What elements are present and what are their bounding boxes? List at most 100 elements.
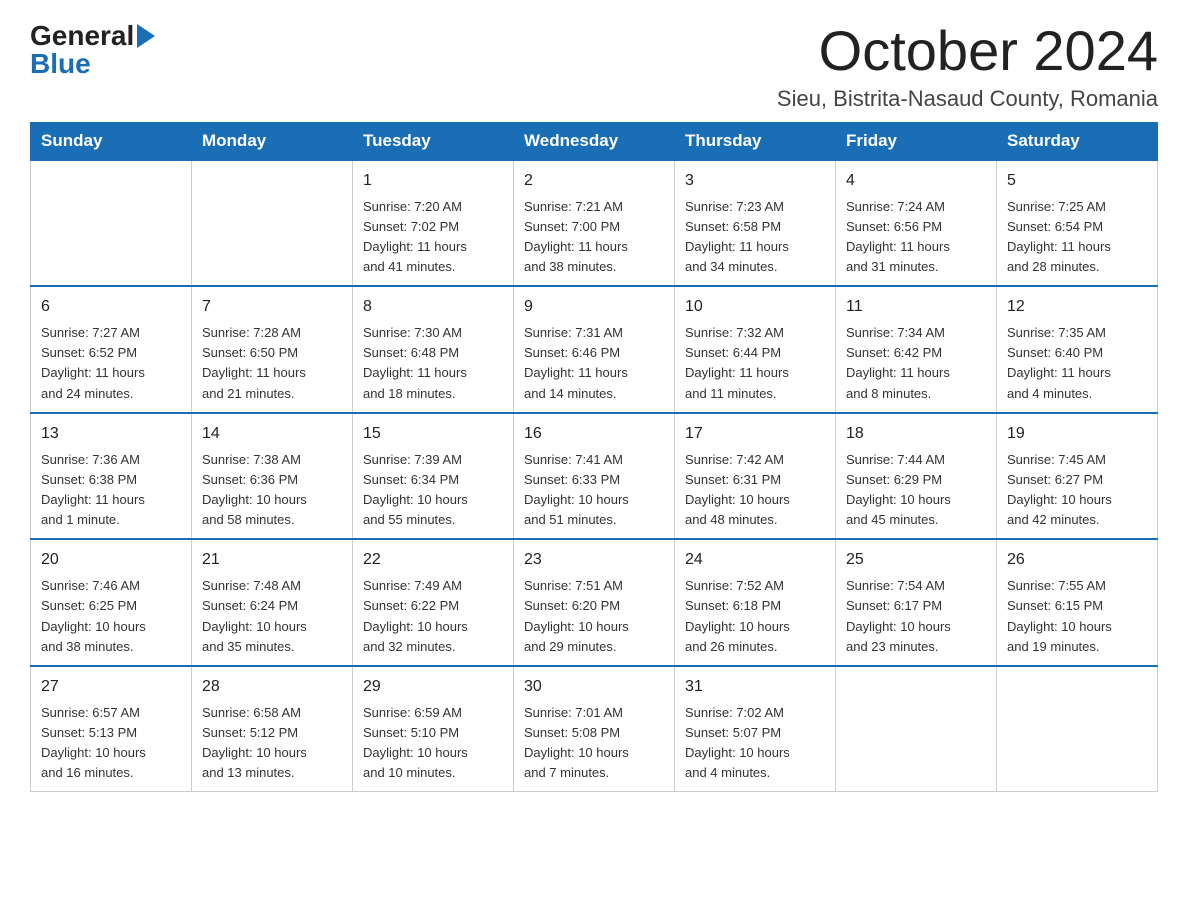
day-info: Sunrise: 7:49 AMSunset: 6:22 PMDaylight:… [363,576,503,657]
calendar-cell: 15 Sunrise: 7:39 AMSunset: 6:34 PMDayligh… [353,413,514,540]
day-info: Sunrise: 7:28 AMSunset: 6:50 PMDaylight:… [202,323,342,404]
day-info: Sunrise: 7:45 AMSunset: 6:27 PMDaylight:… [1007,450,1147,531]
day-info: Sunrise: 7:36 AMSunset: 6:38 PMDaylight:… [41,450,181,531]
calendar-cell: 4 Sunrise: 7:24 AMSunset: 6:56 PMDaylight… [836,160,997,287]
day-number: 12 [1007,295,1147,319]
day-number: 7 [202,295,342,319]
calendar-week-1: 1 Sunrise: 7:20 AMSunset: 7:02 PMDaylight… [31,160,1158,287]
day-number: 17 [685,422,825,446]
day-header-tuesday: Tuesday [353,122,514,160]
day-number: 3 [685,169,825,193]
calendar-cell: 26 Sunrise: 7:55 AMSunset: 6:15 PMDayligh… [997,539,1158,666]
day-info: Sunrise: 6:58 AMSunset: 5:12 PMDaylight:… [202,703,342,784]
calendar-cell: 30Sunrise: 7:01 AMSunset: 5:08 PMDayligh… [514,666,675,792]
day-number: 15 [363,422,503,446]
calendar-cell: 10 Sunrise: 7:32 AMSunset: 6:44 PMDayligh… [675,286,836,413]
day-header-sunday: Sunday [31,122,192,160]
day-number: 30 [524,675,664,699]
day-info: Sunrise: 7:24 AMSunset: 6:56 PMDaylight:… [846,197,986,278]
day-info: Sunrise: 7:44 AMSunset: 6:29 PMDaylight:… [846,450,986,531]
day-header-wednesday: Wednesday [514,122,675,160]
day-number: 8 [363,295,503,319]
calendar-week-2: 6Sunrise: 7:27 AMSunset: 6:52 PMDaylight… [31,286,1158,413]
calendar-cell: 8Sunrise: 7:30 AMSunset: 6:48 PMDaylight… [353,286,514,413]
logo: General Blue [30,20,155,80]
calendar-cell: 2 Sunrise: 7:21 AMSunset: 7:00 PMDaylight… [514,160,675,287]
logo-arrow-icon [137,24,155,48]
day-number: 1 [363,169,503,193]
day-number: 10 [685,295,825,319]
calendar-cell: 5Sunrise: 7:25 AMSunset: 6:54 PMDaylight… [997,160,1158,287]
day-info: Sunrise: 7:38 AMSunset: 6:36 PMDaylight:… [202,450,342,531]
calendar-cell: 14 Sunrise: 7:38 AMSunset: 6:36 PMDayligh… [192,413,353,540]
day-number: 13 [41,422,181,446]
day-number: 23 [524,548,664,572]
day-number: 2 [524,169,664,193]
calendar-cell [997,666,1158,792]
calendar-cell: 25Sunrise: 7:54 AMSunset: 6:17 PMDayligh… [836,539,997,666]
day-number: 29 [363,675,503,699]
day-info: Sunrise: 7:02 AMSunset: 5:07 PMDaylight:… [685,703,825,784]
day-number: 31 [685,675,825,699]
day-info: Sunrise: 7:42 AMSunset: 6:31 PMDaylight:… [685,450,825,531]
day-info: Sunrise: 7:46 AMSunset: 6:25 PMDaylight:… [41,576,181,657]
calendar-cell: 19 Sunrise: 7:45 AMSunset: 6:27 PMDayligh… [997,413,1158,540]
day-header-friday: Friday [836,122,997,160]
calendar-cell: 1 Sunrise: 7:20 AMSunset: 7:02 PMDaylight… [353,160,514,287]
calendar-cell [192,160,353,287]
day-number: 24 [685,548,825,572]
title-section: October 2024 Sieu, Bistrita-Nasaud Count… [777,20,1158,112]
day-number: 22 [363,548,503,572]
day-number: 14 [202,422,342,446]
calendar-cell: 18Sunrise: 7:44 AMSunset: 6:29 PMDayligh… [836,413,997,540]
day-info: Sunrise: 7:54 AMSunset: 6:17 PMDaylight:… [846,576,986,657]
day-number: 11 [846,295,986,319]
calendar-cell: 21Sunrise: 7:48 AMSunset: 6:24 PMDayligh… [192,539,353,666]
day-header-saturday: Saturday [997,122,1158,160]
calendar-week-4: 20 Sunrise: 7:46 AMSunset: 6:25 PMDayligh… [31,539,1158,666]
day-number: 28 [202,675,342,699]
logo-bottom: Blue [30,48,91,80]
day-info: Sunrise: 6:59 AMSunset: 5:10 PMDaylight:… [363,703,503,784]
calendar-cell: 3 Sunrise: 7:23 AMSunset: 6:58 PMDaylight… [675,160,836,287]
day-number: 5 [1007,169,1147,193]
calendar-week-5: 27 Sunrise: 6:57 AMSunset: 5:13 PMDayligh… [31,666,1158,792]
day-info: Sunrise: 6:57 AMSunset: 5:13 PMDaylight:… [41,703,181,784]
day-header-thursday: Thursday [675,122,836,160]
calendar-cell: 7 Sunrise: 7:28 AMSunset: 6:50 PMDaylight… [192,286,353,413]
calendar-cell: 23Sunrise: 7:51 AMSunset: 6:20 PMDayligh… [514,539,675,666]
calendar-cell: 17 Sunrise: 7:42 AMSunset: 6:31 PMDayligh… [675,413,836,540]
calendar-body: 1 Sunrise: 7:20 AMSunset: 7:02 PMDaylight… [31,160,1158,792]
calendar-cell: 20 Sunrise: 7:46 AMSunset: 6:25 PMDayligh… [31,539,192,666]
page-header: General Blue October 2024 Sieu, Bistrita… [30,20,1158,112]
calendar-cell [836,666,997,792]
day-info: Sunrise: 7:55 AMSunset: 6:15 PMDaylight:… [1007,576,1147,657]
day-number: 6 [41,295,181,319]
day-info: Sunrise: 7:35 AMSunset: 6:40 PMDaylight:… [1007,323,1147,404]
days-of-week-row: SundayMondayTuesdayWednesdayThursdayFrid… [31,122,1158,160]
day-number: 20 [41,548,181,572]
calendar-header: SundayMondayTuesdayWednesdayThursdayFrid… [31,122,1158,160]
day-info: Sunrise: 7:21 AMSunset: 7:00 PMDaylight:… [524,197,664,278]
day-info: Sunrise: 7:34 AMSunset: 6:42 PMDaylight:… [846,323,986,404]
day-number: 16 [524,422,664,446]
day-info: Sunrise: 7:32 AMSunset: 6:44 PMDaylight:… [685,323,825,404]
day-number: 4 [846,169,986,193]
day-number: 21 [202,548,342,572]
calendar-cell: 29 Sunrise: 6:59 AMSunset: 5:10 PMDayligh… [353,666,514,792]
day-header-monday: Monday [192,122,353,160]
day-info: Sunrise: 7:39 AMSunset: 6:34 PMDaylight:… [363,450,503,531]
calendar-table: SundayMondayTuesdayWednesdayThursdayFrid… [30,122,1158,793]
day-number: 9 [524,295,664,319]
calendar-cell: 12 Sunrise: 7:35 AMSunset: 6:40 PMDayligh… [997,286,1158,413]
day-info: Sunrise: 7:23 AMSunset: 6:58 PMDaylight:… [685,197,825,278]
day-number: 27 [41,675,181,699]
calendar-cell [31,160,192,287]
calendar-week-3: 13 Sunrise: 7:36 AMSunset: 6:38 PMDayligh… [31,413,1158,540]
day-number: 19 [1007,422,1147,446]
day-number: 26 [1007,548,1147,572]
day-info: Sunrise: 7:20 AMSunset: 7:02 PMDaylight:… [363,197,503,278]
calendar-cell: 28 Sunrise: 6:58 AMSunset: 5:12 PMDayligh… [192,666,353,792]
calendar-cell: 9 Sunrise: 7:31 AMSunset: 6:46 PMDaylight… [514,286,675,413]
day-info: Sunrise: 7:31 AMSunset: 6:46 PMDaylight:… [524,323,664,404]
